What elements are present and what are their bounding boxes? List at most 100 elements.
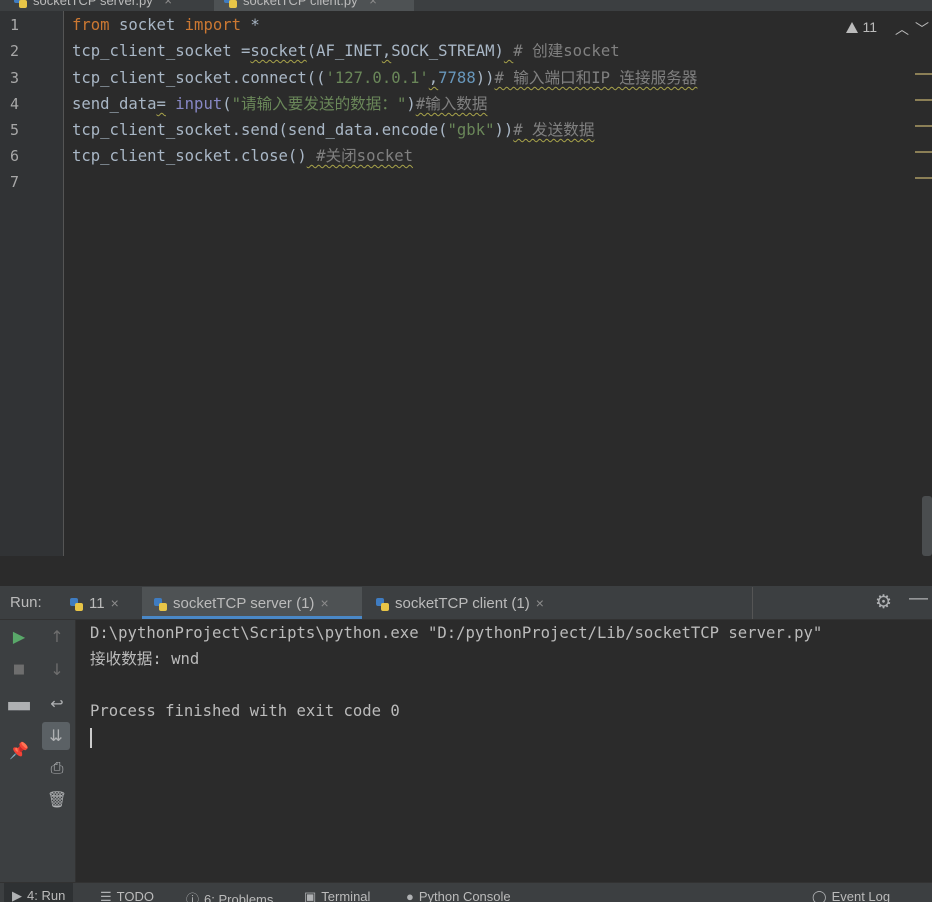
tool-tab-problems[interactable]: ⓘ 6: Problems [186,889,273,902]
error-stripe-mark[interactable] [915,177,932,179]
code-token: = [156,95,166,113]
pin-icon[interactable]: 📌 [0,737,38,765]
layout-icon[interactable]: ▀▀ [0,697,38,725]
close-icon[interactable]: × [536,595,544,611]
tool-tab-run[interactable]: ▶ 4: Run [4,883,74,902]
close-icon[interactable]: × [369,0,377,8]
editor-scrollbar[interactable] [922,496,932,556]
gear-icon[interactable]: ⚙ [875,591,892,614]
arrow-down-icon[interactable]: ↓ [38,656,76,684]
code-token: socket [109,16,185,34]
scroll-to-end-icon[interactable]: ⇊ [42,722,70,750]
code-token: tcp_client_socket.close() [72,147,307,165]
code-token: "gbk" [447,121,495,139]
code-token: # 创建socket [513,42,620,60]
python-icon [154,597,167,611]
code-line: tcp_client_socket.close() #关闭socket [72,143,413,169]
inspection-widget[interactable]: 11 [846,19,877,35]
tool-tab-todo[interactable]: ☰ TODO [100,889,154,902]
tool-tab-label: TODO [116,889,154,902]
code-line: from socket import * [72,12,260,38]
code-token: #输入数据 [415,95,488,113]
code-token: import [184,16,242,34]
error-stripe-mark[interactable] [915,99,932,101]
file-tab-server[interactable]: socketTCP server.py × [4,0,182,11]
code-token: tcp_client_socket.send(send_data.encode( [72,121,448,139]
event-log-icon: ◯ [812,889,827,902]
chevron-down-icon[interactable]: ﹀ [912,19,932,39]
line-number: 3 [10,69,20,87]
run-label: Run: [10,594,42,611]
code-token: 7788 [438,69,476,87]
run-tab-client[interactable]: socketTCP client (1) × [366,587,554,619]
file-tab-client[interactable]: socketTCP client.py × [214,0,414,11]
trash-icon[interactable]: 🗑 [38,786,76,814]
line-number: 7 [10,173,20,191]
code-token: #关闭socket [306,147,414,165]
line-number: 1 [10,16,20,34]
tool-tab-label: Python Console [418,889,511,902]
code-editor[interactable]: 1 2 3 4 5 6 7 from socket import * tcp_cl… [0,11,932,556]
python-icon [376,597,389,611]
rerun-icon[interactable]: ▶ [0,623,38,651]
divider [752,587,753,619]
code-token: (AF_INET [306,42,382,60]
line-number: 6 [10,147,20,165]
error-stripe-mark[interactable] [915,151,932,153]
minimize-icon[interactable]: — [909,588,928,610]
close-icon[interactable]: × [111,595,119,611]
code-line: tcp_client_socket.connect(('127.0.0.1',7… [72,65,697,91]
text-caret [90,728,92,748]
code-token: , [381,42,392,60]
code-token: from [72,16,110,34]
arrow-up-icon[interactable]: ↑ [38,623,76,651]
code-token: )) [475,69,495,87]
run-tab-label: socketTCP server (1) [173,595,315,612]
close-icon[interactable]: × [320,595,328,611]
code-token: tcp_client_socket.connect(( [72,69,326,87]
error-stripe-mark[interactable] [915,125,932,127]
run-tab-server[interactable]: socketTCP server (1) × [142,587,362,619]
chevron-up-icon[interactable]: ︿ [892,19,912,39]
code-token: # 发送数据 [513,121,595,139]
tool-tab-label: Terminal [321,889,371,902]
code-line: tcp_client_socket.send(send_data.encode(… [72,117,594,143]
line-number: 2 [10,42,20,60]
play-icon: ▶ [12,888,22,902]
run-tool-window-header: Run: 11 × socketTCP server (1) × socketTCP… [0,587,932,620]
code-token: # 输入端口和IP 连接服务器 [494,69,698,87]
code-token: '127.0.0.1' [325,69,429,87]
python-file-icon [14,0,27,9]
tool-tab-event-log[interactable]: ◯ Event Log [812,889,890,902]
inspection-nav: ︿ ﹀ [892,19,932,39]
close-icon[interactable]: × [164,0,172,8]
console-line: 接收数据: wnd [90,650,200,668]
error-stripe-mark[interactable] [915,73,932,75]
code-token: send_data [72,95,157,113]
list-icon: ☰ [100,889,112,902]
run-tab-11[interactable]: 11 × [62,587,127,619]
run-console-output[interactable]: D:\pythonProject\Scripts\python.exe "D:/… [76,620,932,882]
tool-tab-label: Event Log [831,889,891,902]
code-line: send_data= input("请输入要发送的数据：")#输入数据 [72,91,488,117]
editor-bottom-area [0,556,932,587]
tool-tab-label: 4: Run [27,888,66,902]
code-token: input [175,95,223,113]
run-toolbar-primary: ▶ ■ ▀▀ 📌 [0,620,39,882]
file-tab-label: socketTCP server.py [33,0,153,8]
python-icon: ● [406,889,414,902]
stop-icon[interactable]: ■ [0,656,38,684]
tool-tab-python-console[interactable]: ● Python Console [406,889,511,902]
inspection-count: 11 [862,19,877,35]
code-token: socket [250,42,307,60]
soft-wrap-icon[interactable]: ↩ [38,690,76,718]
file-tab-label: socketTCP client.py [243,0,358,8]
line-number: 5 [10,121,20,139]
code-token: SOCK_STREAM) [391,42,504,60]
print-icon[interactable]: ⎙ [38,754,76,782]
tool-tab-terminal[interactable]: ▣ Terminal [304,889,370,902]
run-tab-label: 11 [89,595,105,612]
tool-window-bar: ▶ 4: Run ☰ TODO ⓘ 6: Problems ▣ Terminal ● Py… [0,882,932,902]
code-token: , [428,69,439,87]
